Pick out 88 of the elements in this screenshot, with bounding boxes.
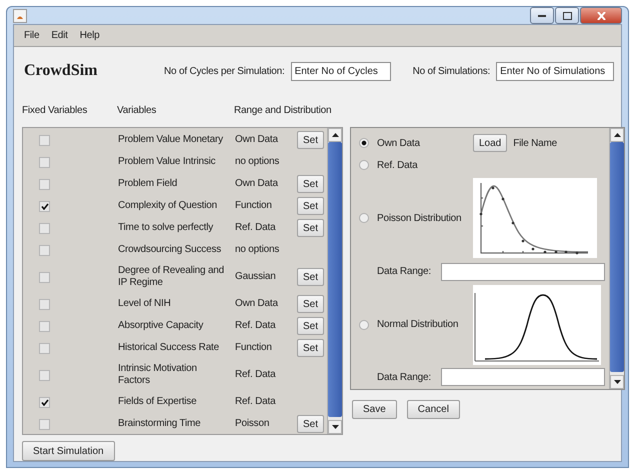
set-button[interactable]: Set — [297, 197, 324, 215]
distribution-type: Own Data — [235, 298, 279, 310]
option-label: Own Data — [377, 138, 421, 148]
variable-name: Time to solve perfectly — [118, 222, 214, 234]
data-range-label: Data Range: — [377, 266, 432, 278]
data-range-label: Data Range: — [377, 372, 432, 383]
data-range-field[interactable] — [441, 368, 605, 386]
variable-name: Brainstorming Time — [118, 418, 202, 430]
variable-name: Intrinsic Motivation Factors — [118, 363, 198, 387]
down-arrow-icon[interactable] — [332, 425, 338, 429]
start-simulation-button[interactable]: Start Simulation — [22, 441, 115, 461]
scrollbar[interactable] — [327, 128, 342, 434]
distribution-type: no options — [235, 156, 280, 168]
distribution-type: Ref. Data — [235, 222, 277, 234]
distribution-type: Poisson — [235, 418, 270, 430]
file-name-label: File Name — [513, 138, 558, 148]
column-header: Range and Distribution — [234, 105, 332, 118]
checkbox[interactable] — [39, 418, 50, 430]
field-label: No of Cycles per Simulation: — [164, 66, 285, 76]
checkbox[interactable] — [39, 396, 50, 408]
variable-name: Complexity of Question — [118, 200, 218, 212]
field-label: No of Simulations: — [412, 66, 490, 76]
variable-name: Crowdsourcing Success — [118, 244, 222, 256]
variable-name: Degree of Revealing and IP Regime — [118, 265, 226, 289]
up-arrow-icon[interactable] — [332, 133, 338, 137]
variable-name: Absorptive Capacity — [118, 320, 204, 332]
close-button[interactable] — [580, 7, 622, 24]
set-button[interactable]: Set — [297, 219, 324, 237]
distribution-type: no options — [235, 244, 280, 256]
variable-name: Problem Value Intrinsic — [118, 156, 216, 168]
distribution-type: Ref. Data — [235, 320, 277, 332]
dialog-button[interactable]: Save — [352, 400, 397, 419]
distribution-type: Own Data — [235, 134, 279, 146]
set-button[interactable]: Set — [297, 295, 324, 313]
variable-name: Historical Success Rate — [118, 342, 220, 354]
up-arrow-icon[interactable] — [614, 133, 620, 137]
checkbox[interactable] — [39, 370, 50, 380]
close-icon — [596, 12, 606, 20]
column-header: Fixed Variables — [22, 105, 88, 118]
checkbox[interactable] — [39, 244, 50, 256]
menu-item[interactable]: File — [20, 30, 44, 41]
radio-button[interactable] — [359, 138, 369, 148]
checkbox[interactable] — [39, 298, 50, 310]
option-label: Normal Distribution — [377, 319, 460, 330]
down-arrow-icon[interactable] — [614, 380, 620, 384]
set-button[interactable]: Set — [297, 317, 324, 335]
cycles-field[interactable]: Enter No of Cycles — [290, 62, 391, 80]
set-button[interactable]: Set — [297, 268, 324, 286]
dialog-button[interactable]: Cancel — [406, 400, 460, 419]
radio-button[interactable] — [359, 213, 369, 223]
set-button[interactable]: Set — [297, 131, 324, 149]
distribution-type: Ref. Data — [235, 369, 277, 381]
minimize-icon — [538, 14, 546, 17]
distribution-type: Function — [235, 200, 273, 212]
menu-item[interactable]: Edit — [47, 30, 72, 41]
app-title: CrowdSim — [24, 62, 98, 80]
scrollbar[interactable] — [609, 128, 624, 389]
checkbox[interactable] — [39, 134, 50, 146]
checkbox[interactable] — [39, 272, 50, 282]
checkbox[interactable] — [39, 178, 50, 190]
minimize-button[interactable] — [530, 7, 554, 24]
set-button[interactable]: Set — [297, 339, 324, 357]
radio-button[interactable] — [359, 320, 369, 330]
distribution-type: Ref. Data — [235, 396, 277, 408]
variable-name: Problem Value Monetary — [118, 134, 224, 146]
option-label: Ref. Data — [377, 160, 419, 170]
set-button[interactable]: Set — [297, 175, 324, 193]
distribution-type: Function — [235, 342, 273, 354]
load-button[interactable]: Load — [473, 134, 508, 152]
checkbox[interactable] — [39, 342, 50, 354]
variable-name: Fields of Expertise — [118, 396, 198, 408]
variable-name: Problem Field — [118, 178, 178, 190]
distribution-type: Own Data — [235, 178, 279, 190]
data-range-field[interactable] — [441, 262, 605, 281]
simulations-field[interactable]: Enter No of Simulations — [496, 62, 614, 80]
checkbox[interactable] — [39, 320, 50, 332]
option-label: Poisson Distribution — [377, 212, 462, 224]
menu-item[interactable]: Help — [76, 30, 104, 41]
maximize-button[interactable] — [555, 7, 579, 24]
checkbox[interactable] — [39, 222, 50, 234]
checkbox[interactable] — [39, 156, 50, 168]
checkbox[interactable] — [39, 200, 50, 212]
radio-button[interactable] — [359, 160, 369, 170]
set-button[interactable]: Set — [297, 415, 324, 433]
distribution-type: Gaussian — [235, 271, 277, 283]
maximize-icon — [562, 12, 572, 20]
variable-name: Level of NIH — [118, 298, 172, 310]
column-header: Variables — [117, 105, 158, 118]
